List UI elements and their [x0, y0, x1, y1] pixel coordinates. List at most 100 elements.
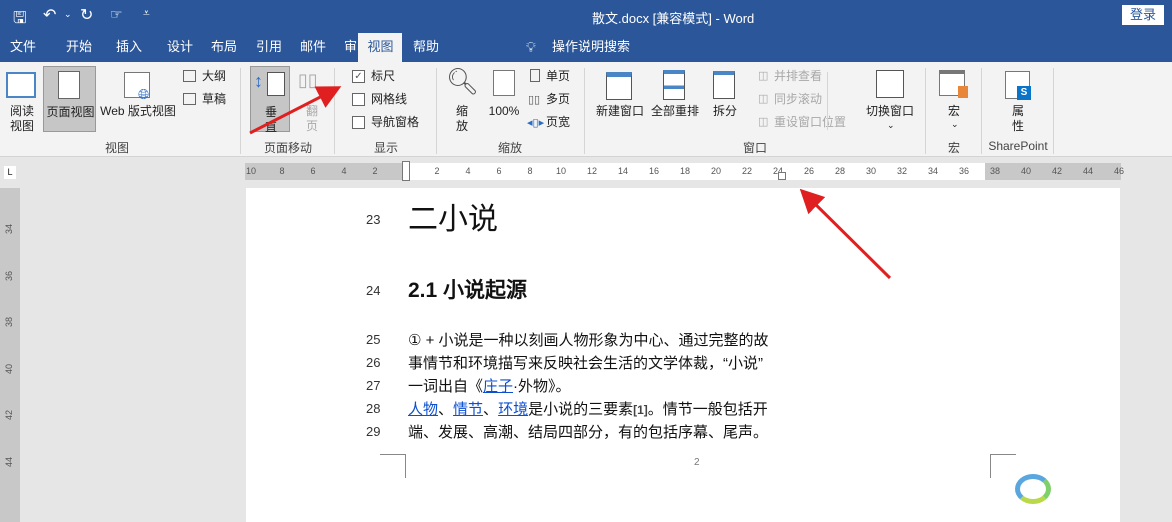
tab-layout[interactable]: 布局	[201, 33, 247, 62]
view-side-by-side-button[interactable]: 并排查看	[774, 69, 822, 84]
ruler-tick-label: 28	[834, 166, 846, 176]
side-by-side-icon: ◫	[758, 70, 769, 82]
zoom-100-button[interactable]: 100%	[486, 104, 522, 119]
ruler-tick-label: 42	[4, 409, 15, 421]
reset-window-position-button[interactable]: 重设窗口位置	[774, 115, 846, 130]
nav-pane-checkbox[interactable]	[352, 116, 365, 129]
hyperlink-plot[interactable]: 情节	[453, 401, 483, 418]
redo-icon[interactable]: ↻	[80, 5, 93, 25]
text: ·外物》。	[513, 378, 571, 395]
crop-mark	[380, 454, 406, 478]
read-mode-button[interactable]: 阅读 视图	[4, 104, 40, 134]
right-indent-marker[interactable]	[778, 172, 786, 180]
vertical-arrows-icon: ↕	[254, 71, 263, 91]
zoom-button[interactable]: 缩 放	[448, 104, 476, 134]
hyperlink-zhuangzi[interactable]: 庄子	[483, 378, 513, 395]
draft-icon	[183, 93, 196, 105]
outline-icon	[183, 70, 196, 82]
tab-mailings[interactable]: 邮件	[290, 33, 336, 62]
tell-me-search[interactable]: 操作说明搜索	[542, 33, 640, 62]
arrange-all-icon	[663, 70, 685, 100]
ruler-label: 标尺	[371, 69, 396, 83]
ruler-tick-label: 6	[496, 166, 502, 176]
new-window-button[interactable]: 新建窗口	[594, 104, 646, 119]
document-page[interactable]: 23 二小说 24 2.1 小说起源 25 ① + 小说是一种以刻画人物形象为中…	[246, 188, 1120, 522]
page-width-button[interactable]: 页宽	[546, 115, 570, 130]
line-number: 28	[366, 401, 381, 416]
ruler-tick-label: 38	[4, 316, 15, 328]
multiple-pages-icon: ▯▯	[528, 94, 541, 106]
ruler-tick-label: 44	[4, 456, 15, 467]
web-layout-button[interactable]: Web 版式视图	[97, 104, 179, 119]
ruler-tick-label: 10	[555, 166, 567, 176]
line-number: 29	[366, 424, 381, 439]
chevron-down-icon: ⌄	[951, 119, 959, 129]
chevron-down-icon: ⌄	[887, 120, 895, 130]
line-number: 26	[366, 355, 381, 370]
arrange-all-button[interactable]: 全部重排	[648, 104, 702, 119]
ribbon: 阅读 视图 页面视图 🌐︎ Web 版式视图 大纲 草稿 视图 ↕ 垂 直 ▯▯…	[0, 62, 1172, 157]
one-page-button[interactable]: 单页	[546, 69, 570, 84]
ruler-tick-label: 2	[434, 166, 440, 176]
one-page-icon	[530, 69, 540, 82]
page-number: 2	[694, 457, 700, 468]
tab-view[interactable]: 视图	[359, 33, 402, 62]
tab-design[interactable]: 设计	[157, 33, 203, 62]
reset-window-icon: ◫	[758, 116, 769, 128]
group-label-views: 视图	[104, 141, 129, 155]
save-icon[interactable]: 🖫	[13, 7, 27, 34]
text: 是小说的三要素	[528, 401, 634, 418]
multiple-pages-button[interactable]: 多页	[546, 92, 570, 107]
undo-icon[interactable]: ↶	[43, 5, 56, 25]
read-mode-icon	[6, 72, 36, 98]
group-label-page-move: 页面移动	[263, 141, 312, 155]
tab-insert[interactable]: 插入	[106, 33, 152, 62]
split-button[interactable]: 拆分	[712, 104, 738, 119]
vertical-ruler[interactable]: 34 36 38 40 42 44	[0, 188, 20, 522]
ruler-tick-label: 46	[1113, 166, 1125, 176]
touch-mode-icon[interactable]: ☞	[110, 6, 123, 23]
login-button[interactable]: 登录	[1122, 5, 1164, 25]
vertical-button[interactable]: ↕ 垂 直	[250, 66, 290, 134]
tab-selector[interactable]: L	[4, 166, 16, 179]
ruler-tick-label: 40	[4, 363, 15, 374]
new-window-icon	[606, 72, 632, 100]
tab-references[interactable]: 引用	[246, 33, 292, 62]
ruler-tick-label: 22	[741, 166, 753, 176]
horizontal-ruler[interactable]: 10 8 6 4 2 2 4 6 8 10 12 14 16 18 20 22 24 26 28 30 32 34 36 38…	[245, 161, 1125, 181]
switch-windows-icon	[876, 70, 904, 98]
hyperlink-characters[interactable]: 人物	[408, 401, 438, 418]
page-icon	[267, 72, 285, 96]
footnote-ref[interactable]: [1]	[633, 403, 648, 417]
ruler-checkbox[interactable]: ✓	[352, 70, 365, 83]
side-to-side-button[interactable]: 翻 页	[298, 104, 326, 134]
ruler-tick-label: 2	[372, 166, 378, 176]
undo-dropdown-icon[interactable]: ⌄	[64, 9, 72, 20]
scroll-icon	[958, 86, 968, 98]
page-icon	[58, 71, 80, 99]
macros-button[interactable]: 宏	[946, 104, 962, 119]
nav-pane-label: 导航窗格	[371, 115, 420, 129]
gridlines-checkbox[interactable]	[352, 93, 365, 106]
customize-qat-icon[interactable]: ⩡	[143, 6, 150, 21]
line-number: 25	[366, 332, 381, 347]
hyperlink-setting[interactable]: 环境	[498, 401, 528, 418]
ruler-tick-label: 14	[617, 166, 629, 176]
tab-file[interactable]: 文件	[0, 33, 46, 62]
print-layout-button[interactable]: 页面视图	[43, 66, 96, 132]
left-indent-marker[interactable]	[402, 161, 410, 181]
tab-help[interactable]: 帮助	[403, 33, 449, 62]
sharepoint-icon: S	[1017, 86, 1031, 100]
body-line: ① + 小说是一种以刻画人物形象为中心、通过完整的故	[408, 332, 769, 349]
draft-button[interactable]: 草稿	[202, 92, 226, 107]
line-number: 27	[366, 378, 381, 393]
switch-windows-button[interactable]: 切换窗口	[864, 104, 916, 119]
outline-button[interactable]: 大纲	[202, 69, 226, 84]
tab-home[interactable]: 开始	[56, 33, 102, 62]
sync-scroll-button[interactable]: 同步滚动	[774, 92, 822, 107]
properties-button[interactable]: 属 性	[1010, 104, 1026, 134]
ruler-tick-label: 12	[586, 166, 598, 176]
ruler-tick-label: 6	[310, 166, 316, 176]
body-line: 端、发展、高潮、结局四部分，有的包括序幕、尾声。	[408, 424, 769, 441]
ruler-tick-label: 36	[958, 166, 970, 176]
